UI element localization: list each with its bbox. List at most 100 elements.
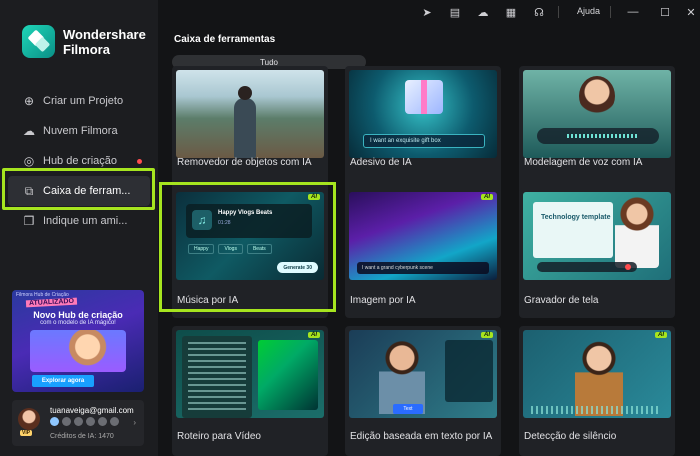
slide-image: Technology template [533,202,613,258]
tool-card-text-based-editing[interactable]: Text AI Edição baseada em texto por IA [345,326,501,456]
card-thumbnail: Technology template [523,192,671,280]
app-logo: Wondershare Filmora [22,25,146,58]
sidebar: Wondershare Filmora ⊕ Criar um Projeto ☁… [0,0,158,456]
ai-credits: Créditos de IA: 1470 [50,433,114,440]
calendar-icon[interactable]: ▤ [448,5,462,19]
recorder-bar [537,262,637,272]
card-label: Modelagem de voz com IA [524,157,643,168]
close-icon[interactable]: ✕ [684,5,698,19]
card-thumbnail [523,70,671,158]
sidebar-nav: ⊕ Criar um Projeto ☁ Nuvem Filmora ◎ Hub… [0,86,158,236]
card-label: Roteiro para Vídeo [177,431,261,442]
account-badges [50,417,119,426]
ai-badge: AI [655,332,667,338]
tool-card-video-script[interactable]: AI Roteiro para Vídeo [172,326,328,456]
track-title: Happy Vlogs Beats [218,210,273,216]
card-label: Imagem por IA [350,295,416,306]
waveform [531,406,661,414]
slide-text: Technology template [541,214,611,221]
promo-top-text: Filmora Hub de Criação [16,292,69,298]
person-image [615,196,659,268]
gift-box-image [405,80,443,114]
promo-image [30,330,126,372]
tool-card-silence-detection[interactable]: AI Detecção de silêncio [519,326,675,456]
account-panel[interactable]: VIP tuanaveiga@gmail.com › Créditos de I… [12,400,144,446]
tool-card-ai-music[interactable]: ♫ Happy Vlogs Beats 01:28 Happy Vlogs Be… [172,188,328,318]
cloud-icon: ☁ [23,124,35,138]
card-thumbnail: ♫ Happy Vlogs Beats 01:28 Happy Vlogs Be… [176,192,324,280]
tag-chip: Beats [246,244,272,254]
card-label: Gravador de tela [524,295,599,306]
title-bar: ➤ ▤ ☁ ▦ ☊ Ajuda — ☐ ✕ [158,0,700,24]
tag-chip: Happy [188,244,215,254]
waveform [537,128,659,144]
filmora-logo-icon [22,25,55,58]
badge-icon [110,417,119,426]
prompt-bubble: I want a grand cyberpunk scene [357,262,489,274]
music-note-icon: ♫ [192,210,212,230]
document-image [182,336,252,418]
vip-badge: VIP [20,430,33,436]
page-title: Caixa de ferramentas [174,34,276,45]
transcript-panel [445,340,493,402]
prompt-bubble: I want an exquisite gift box [363,134,485,148]
badge-icon [62,417,71,426]
promo-badge: ATUALIZADO [25,297,78,308]
card-label: Edição baseada em texto por IA [350,431,493,442]
video-preview [258,340,318,410]
sidebar-item-refer-friend[interactable]: ❒ Indique um ami... [0,206,158,236]
ai-badge: AI [481,194,493,200]
person-image [379,336,425,414]
minimize-icon[interactable]: — [626,5,640,19]
track-time: 01:28 [218,220,231,226]
badge-icon [74,417,83,426]
separator [558,6,559,18]
tool-card-voice-cloning[interactable]: Modelagem de voz com IA [519,66,675,196]
help-menu[interactable]: Ajuda [577,6,600,16]
sidebar-item-cloud[interactable]: ☁ Nuvem Filmora [0,116,158,146]
sidebar-item-creation-hub[interactable]: ◎ Hub de criação [0,146,158,176]
person-image [579,76,615,116]
ai-badge: AI [308,332,320,338]
tag-chip: Vlogs [218,244,243,254]
ai-badge: AI [308,194,320,200]
promo-banner[interactable]: Filmora Hub de Criação ATUALIZADO Novo H… [12,290,144,392]
card-thumbnail: I want an exquisite gift box [349,70,497,158]
maximize-icon[interactable]: ☐ [658,5,672,19]
card-label: Música por IA [177,295,239,306]
separator [610,6,611,18]
avatar[interactable] [18,408,40,430]
badge-icon [98,417,107,426]
sidebar-item-create-project[interactable]: ⊕ Criar um Projeto [0,86,158,116]
diamond-icon [50,417,59,426]
card-label: Removedor de objetos com IA [177,157,312,168]
tool-card-ai-sticker[interactable]: I want an exquisite gift box Adesivo de … [345,66,501,196]
cloud-upload-icon[interactable]: ☁ [476,5,490,19]
account-email: tuanaveiga@gmail.com [50,406,134,415]
toolbox-icon: ⧉ [24,183,34,198]
tag-chips: Happy Vlogs Beats [188,244,272,254]
music-player: ♫ Happy Vlogs Beats 01:28 [186,204,312,238]
card-thumbnail [176,70,324,158]
text-button: Text [393,404,423,414]
card-thumbnail [176,330,324,418]
chevron-right-icon[interactable]: › [133,418,136,427]
card-label: Adesivo de IA [350,157,412,168]
promo-title: Novo Hub de criação [33,310,123,320]
ai-badge: AI [481,332,493,338]
send-icon[interactable]: ➤ [420,5,434,19]
person-figure [234,86,256,158]
headset-icon[interactable]: ☊ [532,5,546,19]
promo-subtitle: com o modelo de IA mágico! [40,320,116,326]
grid-icon[interactable]: ▦ [504,5,518,19]
tool-card-ai-image[interactable]: I want a grand cyberpunk scene AI Imagem… [345,188,501,318]
explore-now-button[interactable]: Explorar agora [32,375,94,387]
notification-dot [137,159,142,164]
card-thumbnail: Text [349,330,497,418]
tool-card-screen-recorder[interactable]: Technology template Gravador de tela [519,188,675,318]
gift-icon: ❒ [23,214,35,228]
lightbulb-icon: ◎ [23,154,35,168]
app-name: Wondershare Filmora [63,26,146,57]
sidebar-item-toolbox[interactable]: ⧉ Caixa de ferram... [8,176,150,206]
tool-card-object-remover[interactable]: Removedor de objetos com IA [172,66,328,196]
